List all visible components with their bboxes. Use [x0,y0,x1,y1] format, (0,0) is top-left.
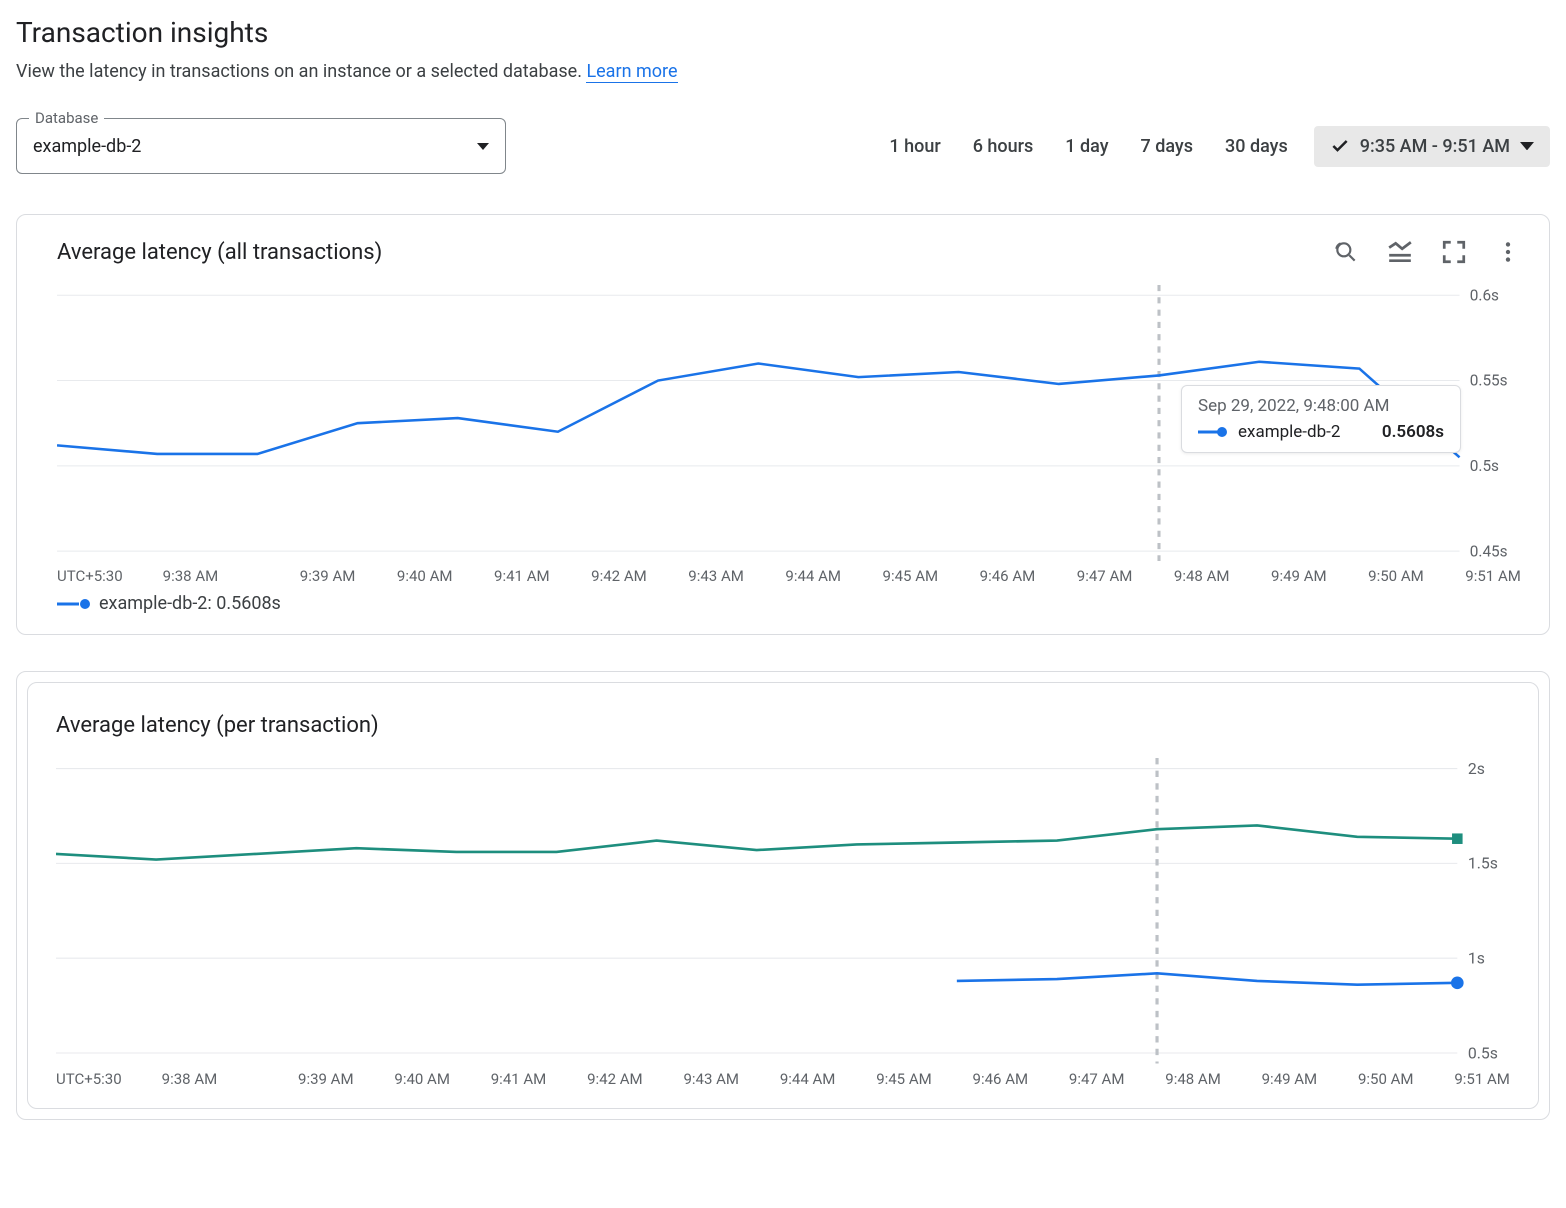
chart-plot-area[interactable]: 0.6s 0.55s 0.5s 0.45s Sep 29, 2022, 9:48:00… [57,285,1521,561]
x-tick-label: 9:48 AM [1174,567,1230,585]
time-range-selector: 1 hour 6 hours 1 day 7 days 30 days 9:35… [883,126,1550,167]
time-range-custom[interactable]: 9:35 AM - 9:51 AM [1314,126,1550,167]
x-tick-label: 9:39 AM [300,567,356,585]
x-tick-label: 9:43 AM [688,567,744,585]
x-tick-label: 9:41 AM [494,567,550,585]
page-title: Transaction insights [16,16,1550,49]
x-tick-label: 9:38 AM [162,1070,218,1088]
x-tick-label: 9:41 AM [491,1070,547,1088]
zoom-reset-icon[interactable] [1333,239,1359,265]
time-range-6h[interactable]: 6 hours [967,126,1040,167]
x-tick-label: 9:42 AM [591,567,647,585]
x-tick-label: 9:50 AM [1368,567,1424,585]
x-tick-label: 9:42 AM [587,1070,643,1088]
x-tick-label: 9:40 AM [394,1070,450,1088]
x-tick-label: 9:38 AM [163,567,219,585]
timezone-label: UTC+5:30 [56,1070,122,1088]
time-range-7d[interactable]: 7 days [1135,126,1200,167]
database-select-value: example-db-2 [33,136,477,157]
time-range-1d[interactable]: 1 day [1059,126,1114,167]
chart-card-avg-latency-all: Average latency (all transactions) 0.6s0… [16,214,1550,635]
svg-text:0.45s: 0.45s [1470,542,1508,560]
x-tick-label: 9:43 AM [683,1070,739,1088]
chart-tooltip: Sep 29, 2022, 9:48:00 AM example-db-2 0.… [1181,385,1461,453]
fullscreen-icon[interactable] [1441,239,1467,265]
x-tick-label: 9:44 AM [780,1070,836,1088]
x-tick-label: 9:49 AM [1262,1070,1318,1088]
check-icon [1330,136,1350,156]
database-select-label: Database [29,109,104,127]
x-tick-label: 9:48 AM [1165,1070,1221,1088]
x-tick-label: 9:39 AM [298,1070,354,1088]
x-tick-label: 9:51 AM [1454,1070,1510,1088]
learn-more-link[interactable]: Learn more [586,61,677,83]
svg-text:0.55s: 0.55s [1470,372,1508,390]
x-tick-label: 9:45 AM [883,567,939,585]
x-tick-label: 9:45 AM [876,1070,932,1088]
chart-plot-area[interactable]: 2s 1.5s 1s 0.5s [56,758,1510,1064]
chart-legend: example-db-2: 0.5608s [57,593,1521,614]
svg-text:0.6s: 0.6s [1470,286,1499,304]
x-tick-label: 9:46 AM [973,1070,1029,1088]
chevron-down-icon [477,143,489,150]
svg-text:1.5s: 1.5s [1468,854,1498,873]
line-chart: 2s 1.5s 1s 0.5s [56,758,1510,1064]
time-range-1h[interactable]: 1 hour [883,126,946,167]
time-range-30d[interactable]: 30 days [1219,126,1294,167]
chart-card-avg-latency-per: Average latency (per transaction) 2s 1.5s… [16,671,1550,1120]
svg-text:0.5s: 0.5s [1470,457,1499,475]
series-swatch-icon [1198,426,1228,438]
x-tick-label: 9:47 AM [1069,1070,1125,1088]
svg-text:2s: 2s [1468,759,1485,778]
x-tick-label: 9:47 AM [1077,567,1133,585]
x-tick-label: 9:49 AM [1271,567,1327,585]
x-tick-label: 9:51 AM [1465,567,1521,585]
svg-text:1s: 1s [1468,949,1485,968]
chart-title: Average latency (all transactions) [57,240,382,265]
x-tick-label: 9:40 AM [397,567,453,585]
series-swatch-icon [57,598,91,610]
timezone-label: UTC+5:30 [57,567,123,585]
page-subtitle: View the latency in transactions on an i… [16,61,1550,82]
svg-text:0.5s: 0.5s [1468,1044,1498,1063]
more-vert-icon[interactable] [1495,239,1521,265]
x-tick-label: 9:46 AM [980,567,1036,585]
chart-title: Average latency (per transaction) [56,713,379,738]
database-select[interactable]: Database example-db-2 [16,118,506,174]
x-tick-label: 9:50 AM [1358,1070,1414,1088]
chevron-down-icon [1520,142,1534,150]
legend-toggle-icon[interactable] [1387,239,1413,265]
x-tick-label: 9:44 AM [785,567,841,585]
